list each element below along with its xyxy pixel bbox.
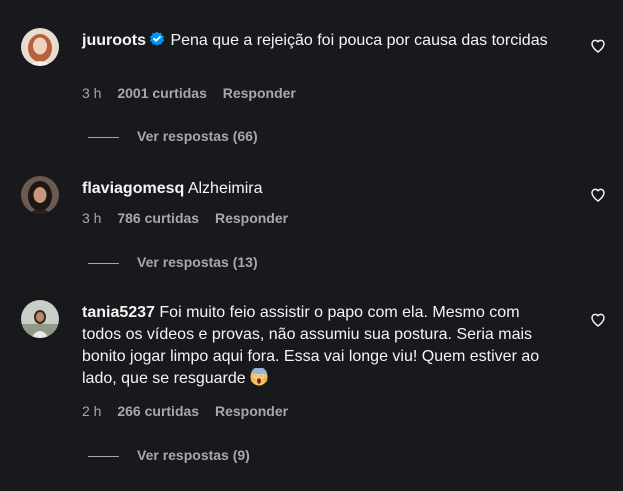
comment-time: 2 h	[82, 403, 102, 419]
likes-count[interactable]: 2001 curtidas	[117, 85, 207, 101]
replies-divider	[88, 136, 119, 138]
avatar[interactable]	[21, 300, 59, 338]
replies-divider	[88, 262, 119, 264]
comment-text: Pena que a rejeição foi pouca por causa …	[170, 32, 548, 49]
heart-icon[interactable]	[590, 312, 606, 328]
replies-divider	[88, 455, 119, 457]
verified-badge-icon	[149, 31, 165, 54]
likes-count[interactable]: 266 curtidas	[117, 403, 199, 419]
heart-icon[interactable]	[590, 187, 606, 203]
face-screaming-emoji	[250, 366, 268, 386]
view-replies-button[interactable]: Ver respostas (9)	[88, 447, 250, 463]
avatar[interactable]	[21, 28, 59, 66]
comment-text: Alzheimira	[187, 180, 263, 197]
comment-username[interactable]: tania5237	[82, 304, 155, 321]
reply-button[interactable]: Responder	[215, 210, 288, 226]
heart-icon[interactable]	[590, 38, 606, 54]
view-replies-label: Ver respostas (13)	[137, 254, 258, 270]
comment-username[interactable]: flaviagomesq	[82, 180, 184, 197]
comment-time: 3 h	[82, 210, 102, 226]
reply-button[interactable]: Responder	[223, 85, 296, 101]
view-replies-button[interactable]: Ver respostas (66)	[88, 128, 258, 144]
reply-button[interactable]: Responder	[215, 403, 288, 419]
avatar[interactable]	[21, 176, 59, 214]
comment-text-block: juuroots Pena que a rejeição foi pouca p…	[82, 30, 562, 54]
comment-text-block: tania5237 Foi muito feio assistir o papo…	[82, 302, 562, 390]
view-replies-button[interactable]: Ver respostas (13)	[88, 254, 258, 270]
comment-text-block: flaviagomesq Alzheimira	[82, 178, 562, 200]
view-replies-label: Ver respostas (66)	[137, 128, 258, 144]
comment-username[interactable]: juuroots	[82, 32, 146, 49]
comment-time: 3 h	[82, 85, 102, 101]
likes-count[interactable]: 786 curtidas	[117, 210, 199, 226]
view-replies-label: Ver respostas (9)	[137, 447, 250, 463]
